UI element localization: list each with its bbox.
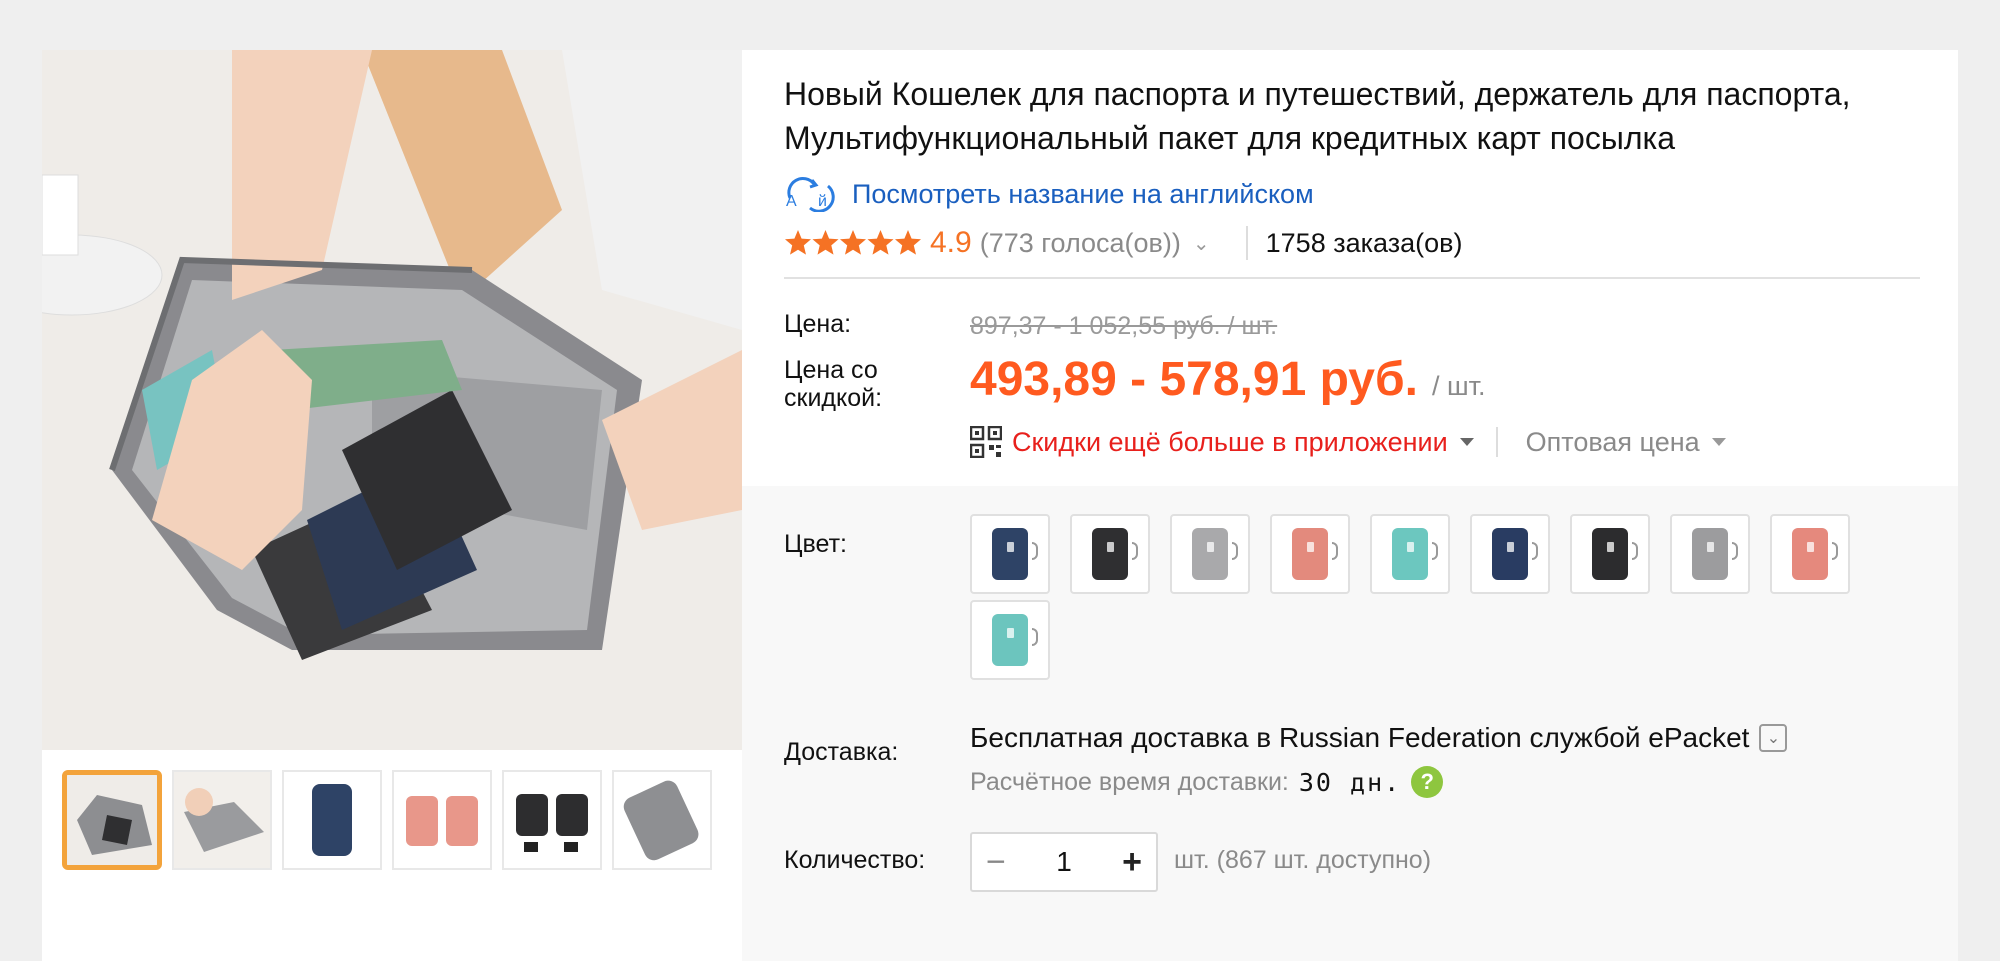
- wallet-strap: [1432, 542, 1438, 560]
- color-swatch[interactable]: [1370, 514, 1450, 594]
- color-swatch[interactable]: [970, 514, 1050, 594]
- wallet-swatch-image: [1092, 528, 1128, 580]
- dropdown-arrow-icon[interactable]: [1459, 438, 1474, 446]
- product-title: Новый Кошелек для паспорта и путешествий…: [784, 72, 1964, 160]
- chevron-down-icon[interactable]: ⌄: [1759, 724, 1788, 752]
- color-swatch[interactable]: [1470, 514, 1550, 594]
- quantity-stepper: − 1 +: [970, 832, 1158, 892]
- wallet-swatch-image: [1292, 528, 1328, 580]
- app-discount-row: Скидки ещё больше в приложении Оптовая ц…: [970, 422, 1726, 462]
- price-unit: / шт.: [1431, 371, 1486, 401]
- dropdown-arrow-icon[interactable]: [1711, 438, 1726, 446]
- wallet-strap: [1132, 542, 1138, 560]
- thumbnail-pink-wallets[interactable]: [392, 770, 492, 870]
- decrease-button[interactable]: −: [986, 843, 1006, 882]
- old-price: 897,37 - 1 052,55 руб. / шт.: [970, 312, 1278, 340]
- product-info: Новый Кошелек для паспорта и путешествий…: [742, 50, 1958, 961]
- color-swatch[interactable]: [1070, 514, 1150, 594]
- orders-count: 1758 заказа(ов): [1265, 227, 1463, 258]
- color-swatches: [970, 514, 1890, 684]
- thumbnail-main-wallet-in-hands[interactable]: [62, 770, 162, 870]
- eta-value: 30 дн.: [1298, 767, 1402, 797]
- chevron-down-icon[interactable]: ⌄: [1193, 231, 1210, 256]
- wallet-swatch-image: [992, 614, 1028, 666]
- wallet-strap: [1232, 542, 1238, 560]
- product-title-line2: Мультифункциональный пакет для кредитных…: [784, 120, 1675, 156]
- thumbnail-strip: [62, 770, 722, 870]
- wallet-strap: [1032, 542, 1038, 560]
- thumbnail-black-wallets[interactable]: [502, 770, 602, 870]
- discount-price-label: Цена со скидкой:: [784, 356, 882, 412]
- color-swatch[interactable]: [1570, 514, 1650, 594]
- wallet-swatch-image: [1392, 528, 1428, 580]
- discount-label-line2: скидкой:: [784, 384, 883, 412]
- quantity-input[interactable]: 1: [1056, 846, 1072, 878]
- translate-icon: A й: [786, 177, 835, 212]
- wallet-strap: [1832, 542, 1838, 560]
- shipping-label: Доставка:: [784, 738, 899, 766]
- free-shipping-text: Бесплатная доставка в: [970, 722, 1272, 753]
- discount-price-value: 493,89 - 578,91 руб.: [970, 353, 1418, 406]
- product-title-line1: Новый Кошелек для паспорта и путешествий…: [784, 76, 1851, 112]
- shipping-destination: Russian Federation службой ePacket: [1278, 722, 1750, 753]
- thumbnail-wallet-lifestyle[interactable]: [172, 770, 272, 870]
- app-discount-link[interactable]: Скидки ещё больше в приложении: [1012, 427, 1448, 458]
- wallet-strap: [1732, 542, 1738, 560]
- price-label: Цена:: [784, 310, 852, 338]
- delivery-eta: Расчётное время доставки: 30 дн. ?: [970, 766, 1444, 798]
- wallet-strap: [1632, 542, 1638, 560]
- votes-count[interactable]: (773 голоса(ов)): [980, 228, 1181, 259]
- shipping-info[interactable]: Бесплатная доставка в Russian Federation…: [970, 722, 1788, 754]
- main-product-image[interactable]: [42, 50, 742, 750]
- translate-link[interactable]: Посмотреть название на английском: [852, 179, 1314, 210]
- help-icon[interactable]: ?: [1411, 766, 1444, 798]
- wallet-strap: [1032, 628, 1038, 646]
- color-swatch[interactable]: [1770, 514, 1850, 594]
- increase-button[interactable]: +: [1122, 843, 1142, 882]
- wallet-swatch-image: [1492, 528, 1528, 580]
- color-swatch[interactable]: [1670, 514, 1750, 594]
- thumbnail-navy-wallet[interactable]: [282, 770, 382, 870]
- rating-score: 4.9: [930, 226, 972, 259]
- wallet-swatch-image: [1692, 528, 1728, 580]
- thumbnail-grey-wallet[interactable]: [612, 770, 712, 870]
- divider: [1495, 427, 1498, 457]
- wallet-swatch-image: [992, 528, 1028, 580]
- svg-text:A: A: [786, 193, 797, 210]
- wholesale-price-link[interactable]: Оптовая цена: [1526, 427, 1700, 458]
- eta-label: Расчётное время доставки:: [970, 767, 1289, 796]
- discount-price: 493,89 - 578,91 руб. / шт.: [970, 352, 1486, 407]
- color-swatch[interactable]: [1270, 514, 1350, 594]
- qr-code-icon: [970, 426, 1002, 458]
- wallet-swatch-image: [1792, 528, 1828, 580]
- svg-text:й: й: [818, 193, 827, 210]
- color-swatch[interactable]: [970, 600, 1050, 680]
- color-swatch[interactable]: [1170, 514, 1250, 594]
- wallet-strap: [1532, 542, 1538, 560]
- discount-label-line1: Цена со: [784, 356, 878, 384]
- stock-availability: шт. (867 шт. доступно): [1174, 846, 1432, 874]
- rating-row: 4.9 (773 голоса(ов)) ⌄ 1758 заказа(ов): [784, 222, 1462, 264]
- wallet-swatch-image: [1592, 528, 1628, 580]
- divider: [1245, 226, 1248, 260]
- rating-stars: [784, 229, 922, 257]
- divider: [784, 277, 1920, 279]
- quantity-label: Количество:: [784, 846, 926, 874]
- wallet-strap: [1332, 542, 1338, 560]
- wallet-swatch-image: [1192, 528, 1228, 580]
- color-label: Цвет:: [784, 530, 847, 558]
- translate-title[interactable]: A й Посмотреть название на английском: [784, 174, 1314, 214]
